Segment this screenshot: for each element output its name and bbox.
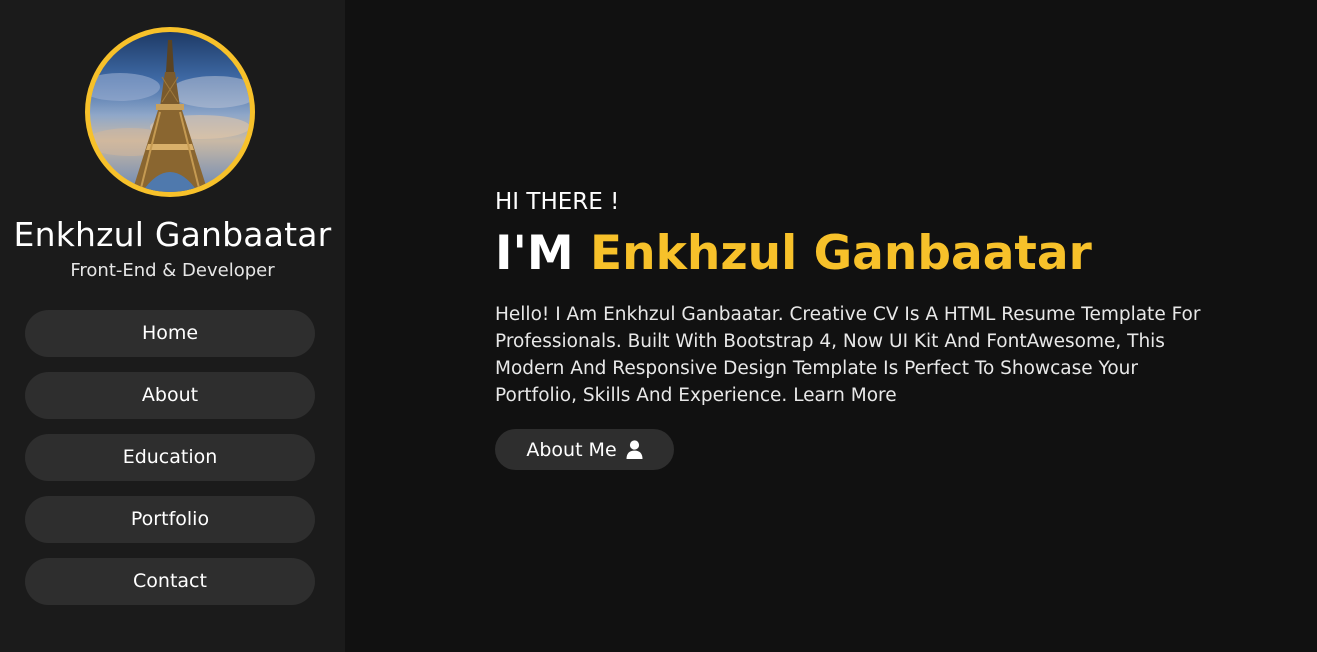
eiffel-tower-photo bbox=[90, 40, 250, 192]
headline-prefix: I'M bbox=[495, 226, 574, 281]
nav-item-education[interactable]: Education bbox=[25, 434, 315, 481]
user-icon bbox=[626, 440, 643, 459]
sidebar: Enkhzul Ganbaatar Front-End & Developer … bbox=[0, 0, 345, 652]
about-me-label: About Me bbox=[526, 438, 617, 461]
page: Enkhzul Ganbaatar Front-End & Developer … bbox=[0, 0, 1317, 652]
nav-item-about[interactable]: About bbox=[25, 372, 315, 419]
profile-role: Front-End & Developer bbox=[70, 260, 275, 281]
hero-greeting: HI THERE ! bbox=[495, 189, 620, 215]
nav-item-home[interactable]: Home bbox=[25, 310, 315, 357]
nav-item-portfolio[interactable]: Portfolio bbox=[25, 496, 315, 543]
nav-item-contact[interactable]: Contact bbox=[25, 558, 315, 605]
profile-name: Enkhzul Ganbaatar bbox=[13, 215, 332, 254]
avatar bbox=[85, 27, 255, 197]
about-me-button[interactable]: About Me bbox=[495, 429, 674, 470]
headline-name: Enkhzul Ganbaatar bbox=[590, 226, 1092, 281]
sidebar-nav: Home About Education Portfolio Contact bbox=[25, 310, 315, 620]
hero-headline: I'M Enkhzul Ganbaatar bbox=[495, 226, 1092, 281]
hero-intro: Hello! I Am Enkhzul Ganbaatar. Creative … bbox=[495, 304, 1201, 406]
